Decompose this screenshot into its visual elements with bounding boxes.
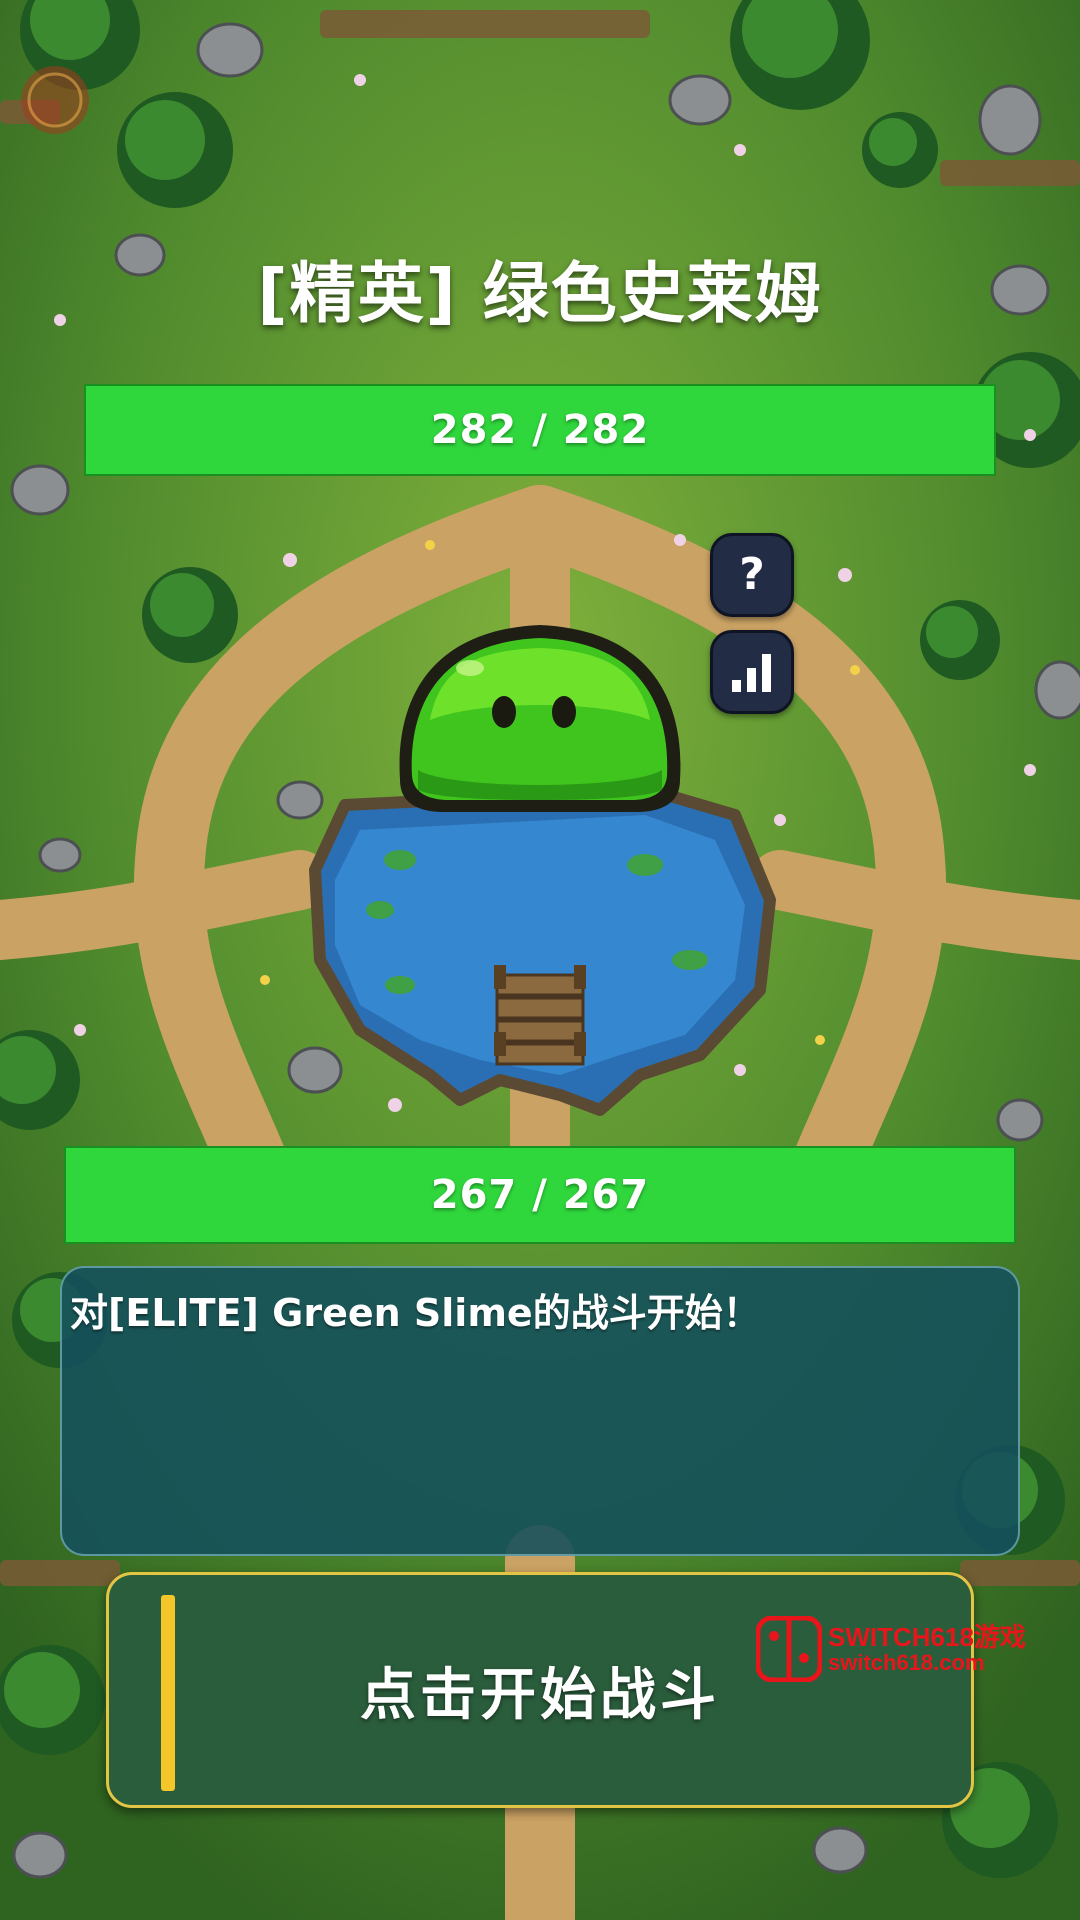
watermark: SWITCH618游戏 switch618.com (756, 1616, 1026, 1682)
start-battle-label: 点击开始战斗 (360, 1662, 720, 1728)
watermark-title: SWITCH618游戏 (828, 1621, 1026, 1652)
switch-console-icon (756, 1616, 822, 1682)
player-hp-text: 267 / 267 (430, 1172, 650, 1218)
start-battle-button[interactable]: 点击开始战斗 (106, 1572, 974, 1808)
question-icon: ? (739, 549, 765, 600)
enemy-hp-text: 282 / 282 (430, 407, 650, 453)
battle-log-panel: 对[ELITE] Green Slime的战斗开始！ (60, 1266, 1020, 1556)
watermark-url: switch618.com (828, 1650, 985, 1676)
player-hp-bar: 267 / 267 (64, 1146, 1016, 1244)
corner-emblem (21, 66, 89, 134)
enemy-hp-bar: 282 / 282 (84, 384, 996, 476)
stats-button[interactable] (710, 630, 794, 714)
help-button[interactable]: ? (710, 533, 794, 617)
battle-log-line: 对[ELITE] Green Slime的战斗开始！ (70, 1291, 761, 1335)
bar-chart-icon (732, 654, 771, 692)
enemy-name-title: [精英] 绿色史莱姆 (257, 255, 823, 332)
